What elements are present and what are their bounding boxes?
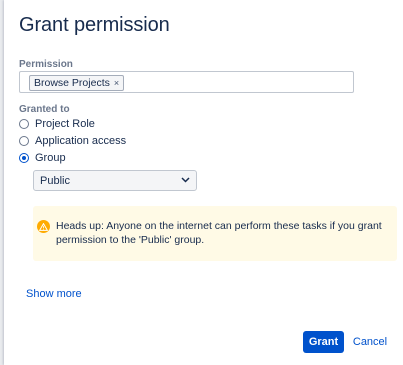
grant-button[interactable]: Grant <box>303 331 344 353</box>
group-select-value: Public <box>40 174 70 187</box>
permission-label: Permission <box>19 59 73 70</box>
show-more-link[interactable]: Show more <box>26 288 82 300</box>
remove-tag-icon[interactable]: × <box>114 76 119 90</box>
cancel-button[interactable]: Cancel <box>350 331 390 353</box>
permission-multiselect[interactable]: Browse Projects × <box>19 71 354 93</box>
radio-group[interactable]: Group <box>19 152 66 164</box>
radio-button-checked[interactable] <box>19 153 29 163</box>
group-select[interactable]: Public <box>33 170 197 191</box>
radio-label: Group <box>35 152 66 164</box>
dialog-title: Grant permission <box>19 14 170 36</box>
radio-button[interactable] <box>19 119 29 129</box>
radio-label: Application access <box>35 135 127 147</box>
chevron-down-icon <box>181 175 190 186</box>
grant-permission-dialog: Grant permission Permission Browse Proje… <box>4 0 403 365</box>
permission-tag-label: Browse Projects <box>34 77 110 89</box>
permission-tag: Browse Projects × <box>29 75 125 91</box>
radio-project-role[interactable]: Project Role <box>19 118 95 130</box>
granted-to-label: Granted to <box>19 104 70 115</box>
radio-button[interactable] <box>19 136 29 146</box>
radio-application-access[interactable]: Application access <box>19 135 126 147</box>
public-group-warning: Heads up: Anyone on the internet can per… <box>33 206 397 261</box>
warning-message: Heads up: Anyone on the internet can per… <box>56 220 382 246</box>
warning-icon <box>37 220 50 233</box>
radio-label: Project Role <box>35 118 95 130</box>
